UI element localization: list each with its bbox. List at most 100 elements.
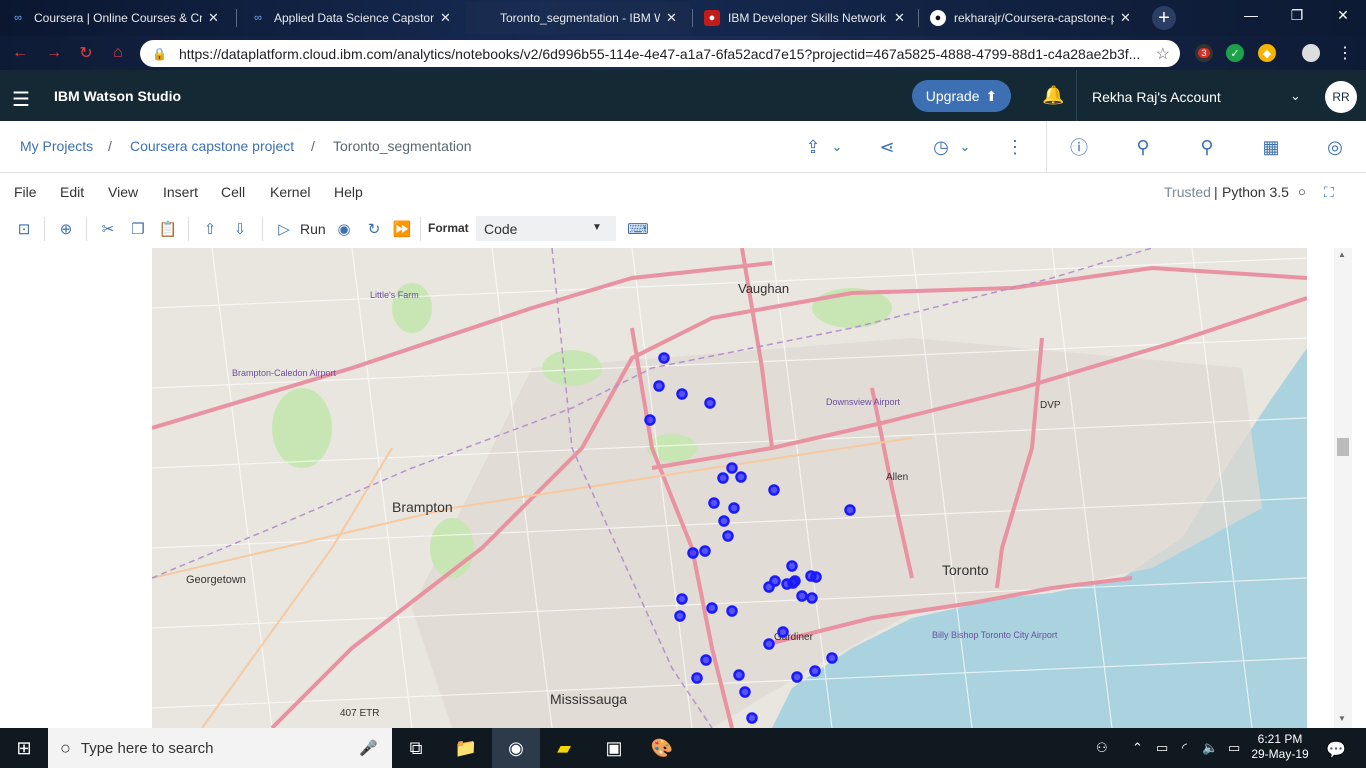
- restart-icon[interactable]: ↻: [364, 219, 384, 239]
- neighborhood-marker[interactable]: [676, 388, 688, 400]
- close-window-button[interactable]: ✕: [1320, 0, 1366, 30]
- neighborhood-marker[interactable]: [786, 560, 798, 572]
- neighborhood-marker[interactable]: [687, 547, 699, 559]
- taskbar-search[interactable]: ○ Type here to search 🎤: [48, 728, 392, 768]
- account-switcher[interactable]: Rekha Raj's Account: [1092, 89, 1221, 105]
- neighborhood-marker[interactable]: [706, 602, 718, 614]
- move-up-icon[interactable]: ⇧: [200, 219, 220, 239]
- save-icon[interactable]: ⊡: [14, 219, 34, 239]
- notification-bell-icon[interactable]: 🔔: [1042, 85, 1064, 106]
- menu-file[interactable]: File: [14, 184, 37, 200]
- reload-icon[interactable]: ↻: [76, 43, 96, 63]
- neighborhood-marker[interactable]: [704, 397, 716, 409]
- close-tab-icon[interactable]: ✕: [1120, 10, 1131, 26]
- neighborhood-marker[interactable]: [735, 471, 747, 483]
- volume-icon[interactable]: 🔈: [1202, 740, 1218, 756]
- fullscreen-icon[interactable]: ⛶: [1324, 184, 1334, 201]
- browser-tab-active[interactable]: Toronto_segmentation - IBM W ✕: [466, 2, 690, 34]
- forward-icon[interactable]: →: [44, 43, 64, 63]
- neighborhood-marker[interactable]: [809, 665, 821, 677]
- neighborhood-marker[interactable]: [674, 610, 686, 622]
- clock[interactable]: 6:21 PM 29-May-19: [1248, 732, 1312, 762]
- home-icon[interactable]: ⌂: [108, 43, 128, 63]
- neighborhood-marker[interactable]: [844, 504, 856, 516]
- folium-map[interactable]: Vaughan Brampton Toronto Mississauga Geo…: [152, 248, 1307, 728]
- store-icon[interactable]: ▣: [590, 728, 638, 768]
- microphone-icon[interactable]: 🎤: [359, 739, 378, 757]
- file-explorer-icon[interactable]: 📁: [442, 728, 490, 768]
- scroll-up-icon[interactable]: ▲: [1338, 250, 1346, 259]
- neighborhood-marker[interactable]: [691, 672, 703, 684]
- browser-tab[interactable]: ● IBM Developer Skills Network ✕: [694, 2, 918, 34]
- format-select[interactable]: Code ▼: [476, 216, 616, 241]
- neighborhood-marker[interactable]: [810, 571, 822, 583]
- compass-icon[interactable]: ◎: [1324, 136, 1346, 158]
- hamburger-menu-icon[interactable]: ☰: [12, 87, 30, 112]
- neighborhood-marker[interactable]: [653, 380, 665, 392]
- minimize-button[interactable]: —: [1228, 0, 1274, 30]
- task-view-icon[interactable]: ⧉: [392, 728, 440, 768]
- add-cell-icon[interactable]: ⊕: [56, 219, 76, 239]
- export-icon[interactable]: ⇪: [802, 136, 824, 158]
- menu-kernel[interactable]: Kernel: [270, 184, 310, 200]
- neighborhood-marker[interactable]: [739, 686, 751, 698]
- paint-icon[interactable]: 🎨: [638, 728, 686, 768]
- menu-view[interactable]: View: [108, 184, 138, 200]
- drive-extension-icon[interactable]: ◆: [1258, 44, 1276, 62]
- close-tab-icon[interactable]: ✕: [666, 10, 677, 26]
- close-tab-icon[interactable]: ✕: [208, 10, 219, 26]
- neighborhood-marker[interactable]: [746, 712, 758, 724]
- neighborhood-marker[interactable]: [763, 638, 775, 650]
- run-button[interactable]: Run: [300, 221, 326, 237]
- keyboard-icon[interactable]: ⌨: [627, 219, 649, 239]
- back-icon[interactable]: ←: [10, 43, 30, 63]
- restore-button[interactable]: ❐: [1274, 0, 1320, 30]
- trusted-indicator[interactable]: Trusted: [1164, 184, 1211, 200]
- sticky-notes-icon[interactable]: ▰: [540, 728, 588, 768]
- notifications-icon[interactable]: 💬: [1326, 740, 1346, 760]
- profile-icon[interactable]: [1302, 44, 1320, 62]
- extension-icon[interactable]: 3: [1195, 44, 1213, 62]
- new-tab-button[interactable]: +: [1152, 6, 1176, 30]
- share-icon[interactable]: ⋖: [876, 136, 898, 158]
- neighborhood-marker[interactable]: [718, 515, 730, 527]
- notebook-scrollbar[interactable]: ▲ ▼: [1334, 248, 1352, 728]
- neighborhood-marker[interactable]: [791, 671, 803, 683]
- tray-chevron-icon[interactable]: ⌃: [1132, 740, 1143, 756]
- browser-tab[interactable]: ● rekharajr/Coursera-capstone-p ✕: [920, 2, 1144, 34]
- neighborhood-marker[interactable]: [658, 352, 670, 364]
- paste-icon[interactable]: 📋: [158, 219, 178, 239]
- network-icon[interactable]: ▭: [1156, 740, 1168, 756]
- neighborhood-marker[interactable]: [708, 497, 720, 509]
- history-icon[interactable]: ◷: [930, 136, 952, 158]
- neighborhood-marker[interactable]: [777, 626, 789, 638]
- menu-edit[interactable]: Edit: [60, 184, 84, 200]
- neighborhood-marker[interactable]: [644, 414, 656, 426]
- scroll-down-icon[interactable]: ▼: [1338, 714, 1346, 723]
- more-options-icon[interactable]: ⋮: [1004, 136, 1026, 158]
- info-icon[interactable]: ⓘ: [1068, 136, 1090, 158]
- assets-icon[interactable]: ⚲: [1196, 136, 1218, 158]
- fast-forward-icon[interactable]: ⏩: [392, 219, 412, 239]
- bookmark-star-icon[interactable]: ☆: [1156, 44, 1170, 64]
- move-down-icon[interactable]: ⇩: [230, 219, 250, 239]
- stop-icon[interactable]: ◉: [334, 219, 354, 239]
- browser-tab[interactable]: ∞ Applied Data Science Capstone ✕: [240, 2, 462, 34]
- wifi-icon[interactable]: ◜: [1182, 740, 1187, 756]
- chevron-down-icon[interactable]: ⌄: [1290, 88, 1301, 104]
- neighborhood-marker[interactable]: [796, 590, 808, 602]
- neighborhood-marker[interactable]: [676, 593, 688, 605]
- menu-cell[interactable]: Cell: [221, 184, 245, 200]
- chevron-down-icon[interactable]: ⌄: [954, 136, 976, 158]
- scrollbar-thumb[interactable]: [1337, 438, 1349, 456]
- find-data-icon[interactable]: ⚲: [1132, 136, 1154, 158]
- neighborhood-marker[interactable]: [728, 502, 740, 514]
- neighborhood-marker[interactable]: [768, 484, 780, 496]
- neighborhood-marker[interactable]: [806, 592, 818, 604]
- chevron-down-icon[interactable]: ⌄: [826, 136, 848, 158]
- people-icon[interactable]: ⚇: [1096, 740, 1108, 756]
- address-bar[interactable]: 🔒 https://dataplatform.cloud.ibm.com/ana…: [140, 40, 1180, 67]
- menu-help[interactable]: Help: [334, 184, 363, 200]
- windows-start-icon[interactable]: ⊞: [0, 728, 48, 768]
- breadcrumb-my-projects[interactable]: My Projects: [20, 138, 93, 154]
